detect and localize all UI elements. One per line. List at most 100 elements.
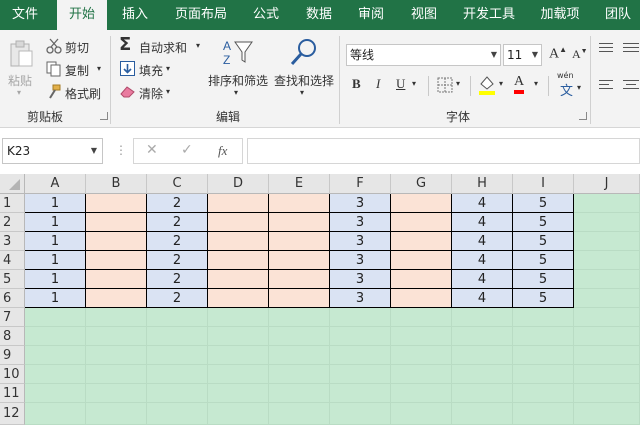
cell-c1[interactable]: 2 — [147, 194, 208, 213]
cell-f9[interactable] — [330, 346, 391, 365]
chevron-down-icon[interactable]: ▾ — [499, 79, 503, 88]
cell-a9[interactable] — [25, 346, 86, 365]
cell-b1[interactable] — [86, 194, 147, 213]
tab-developer[interactable]: 开发工具 — [455, 0, 523, 30]
cell-f1[interactable]: 3 — [330, 194, 391, 213]
row-header-8[interactable]: 8 — [0, 327, 25, 346]
cell-a4[interactable]: 1 — [25, 251, 86, 270]
cell-h8[interactable] — [452, 327, 513, 346]
cell-c4[interactable]: 2 — [147, 251, 208, 270]
cell-f2[interactable]: 3 — [330, 213, 391, 232]
borders-icon[interactable] — [437, 77, 453, 93]
cell-h4[interactable]: 4 — [452, 251, 513, 270]
cell-e9[interactable] — [269, 346, 330, 365]
cell-f6[interactable]: 3 — [330, 289, 391, 308]
cell-e4[interactable] — [269, 251, 330, 270]
chevron-down-icon[interactable]: ▾ — [456, 79, 460, 88]
shrink-font-button[interactable]: A▼ — [572, 47, 588, 62]
cell-i2[interactable]: 5 — [513, 213, 574, 232]
align-middle-icon[interactable] — [622, 42, 640, 54]
chevron-down-icon[interactable]: ▾ — [412, 79, 416, 88]
cell-j12[interactable] — [574, 403, 640, 425]
cell-f7[interactable] — [330, 308, 391, 327]
cell-i7[interactable] — [513, 308, 574, 327]
cell-c10[interactable] — [147, 365, 208, 384]
cell-c7[interactable] — [147, 308, 208, 327]
row-header-11[interactable]: 11 — [0, 384, 25, 403]
cell-b12[interactable] — [86, 403, 147, 425]
cell-c12[interactable] — [147, 403, 208, 425]
cell-a10[interactable] — [25, 365, 86, 384]
align-center-icon[interactable] — [622, 79, 640, 91]
cell-i3[interactable]: 5 — [513, 232, 574, 251]
cell-d1[interactable] — [208, 194, 269, 213]
cell-h1[interactable]: 4 — [452, 194, 513, 213]
column-header-j[interactable]: J — [574, 174, 640, 194]
grow-font-button[interactable]: A▲ — [549, 45, 567, 63]
column-header-b[interactable]: B — [86, 174, 147, 194]
column-header-g[interactable]: G — [391, 174, 452, 194]
fill-color-icon[interactable] — [478, 75, 496, 95]
cell-i12[interactable] — [513, 403, 574, 425]
cell-b2[interactable] — [86, 213, 147, 232]
cell-g4[interactable] — [391, 251, 452, 270]
cell-i10[interactable] — [513, 365, 574, 384]
cell-g7[interactable] — [391, 308, 452, 327]
cell-d9[interactable] — [208, 346, 269, 365]
cell-g9[interactable] — [391, 346, 452, 365]
cell-j10[interactable] — [574, 365, 640, 384]
cell-i6[interactable]: 5 — [513, 289, 574, 308]
cell-h12[interactable] — [452, 403, 513, 425]
row-header-4[interactable]: 4 — [0, 251, 25, 270]
row-header-2[interactable]: 2 — [0, 213, 25, 232]
cell-i5[interactable]: 5 — [513, 270, 574, 289]
column-header-a[interactable]: A — [25, 174, 86, 194]
cell-b4[interactable] — [86, 251, 147, 270]
column-header-i[interactable]: I — [513, 174, 574, 194]
cell-b6[interactable] — [86, 289, 147, 308]
cell-i11[interactable] — [513, 384, 574, 403]
cell-a5[interactable]: 1 — [25, 270, 86, 289]
row-header-1[interactable]: 1 — [0, 194, 25, 213]
cell-e3[interactable] — [269, 232, 330, 251]
cell-h6[interactable]: 4 — [452, 289, 513, 308]
dialog-launcher-icon[interactable] — [579, 112, 587, 120]
cell-f8[interactable] — [330, 327, 391, 346]
cell-f4[interactable]: 3 — [330, 251, 391, 270]
cell-h11[interactable] — [452, 384, 513, 403]
cell-j6[interactable] — [574, 289, 640, 308]
cell-j8[interactable] — [574, 327, 640, 346]
cell-f3[interactable]: 3 — [330, 232, 391, 251]
font-color-button[interactable]: A — [514, 74, 525, 94]
cell-a1[interactable]: 1 — [25, 194, 86, 213]
cell-g3[interactable] — [391, 232, 452, 251]
cell-a6[interactable]: 1 — [25, 289, 86, 308]
cell-i9[interactable] — [513, 346, 574, 365]
column-header-c[interactable]: C — [147, 174, 208, 194]
column-header-f[interactable]: F — [330, 174, 391, 194]
cell-h2[interactable]: 4 — [452, 213, 513, 232]
tab-review[interactable]: 审阅 — [348, 0, 394, 30]
cell-f5[interactable]: 3 — [330, 270, 391, 289]
bold-button[interactable]: B — [352, 76, 361, 92]
cell-b3[interactable] — [86, 232, 147, 251]
font-size-dropdown[interactable]: 11 ▼ — [503, 44, 542, 66]
cell-h7[interactable] — [452, 308, 513, 327]
cell-d8[interactable] — [208, 327, 269, 346]
cell-c3[interactable]: 2 — [147, 232, 208, 251]
cell-g2[interactable] — [391, 213, 452, 232]
cell-d4[interactable] — [208, 251, 269, 270]
row-header-10[interactable]: 10 — [0, 365, 25, 384]
cell-j9[interactable] — [574, 346, 640, 365]
cell-d5[interactable] — [208, 270, 269, 289]
formula-input[interactable] — [247, 138, 640, 164]
cell-g6[interactable] — [391, 289, 452, 308]
tab-team[interactable]: 团队 — [596, 0, 640, 30]
cell-d2[interactable] — [208, 213, 269, 232]
cell-j7[interactable] — [574, 308, 640, 327]
cell-b8[interactable] — [86, 327, 147, 346]
cell-c11[interactable] — [147, 384, 208, 403]
cell-e1[interactable] — [269, 194, 330, 213]
cell-f10[interactable] — [330, 365, 391, 384]
column-header-e[interactable]: E — [269, 174, 330, 194]
